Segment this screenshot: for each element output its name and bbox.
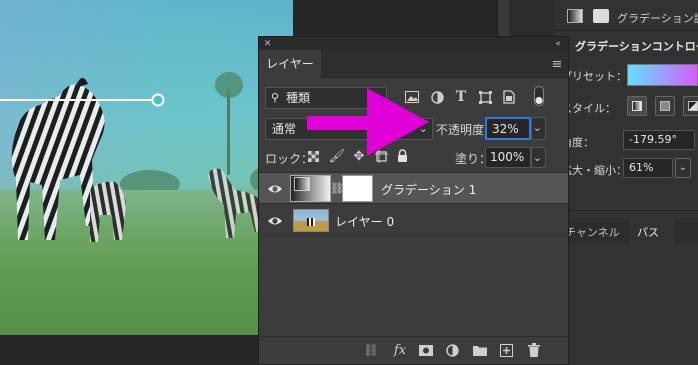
chevron-down-icon[interactable]: ⌄ (675, 158, 691, 178)
channels-paths-tabs: チャンネル パス (555, 218, 698, 244)
filter-toggle-icon[interactable] (533, 85, 545, 107)
canvas-background (0, 335, 293, 365)
style-label: スタイル： (561, 102, 616, 115)
properties-title: グラデーション調 (617, 12, 698, 25)
layer-row-gradient[interactable]: ⛓ グラデーション 1 (259, 173, 568, 204)
chevron-down-icon: ⌄ (532, 121, 542, 134)
collapse-icon[interactable]: « (552, 37, 564, 50)
tab-channels[interactable]: チャンネル (565, 224, 620, 240)
style-linear-button[interactable] (627, 96, 647, 116)
trash-icon[interactable] (527, 342, 541, 358)
properties-panel: グラデーション調 ▾ グラデーションコントロー プリセット： スタイル： 角度：… (555, 0, 698, 365)
layer-row-image[interactable]: レイヤー 0 (259, 205, 568, 236)
angle-input[interactable]: -179.59° (623, 130, 695, 150)
shape-filter-icon[interactable] (478, 90, 492, 104)
angle-row: 角度： -179.59° (555, 130, 698, 152)
fill-dropdown[interactable]: ⌄ (531, 147, 546, 168)
zebra-illustration (0, 77, 262, 242)
fill-input[interactable]: 100% (485, 147, 531, 168)
layer-name[interactable]: レイヤー 0 (335, 213, 394, 230)
app-background (293, 0, 505, 35)
search-icon: ⚲ (271, 91, 280, 104)
panel-tab-bar: レイヤー ≡ (259, 50, 568, 78)
gradient-fill-icon (294, 177, 310, 191)
layer-name[interactable]: グラデーション 1 (381, 181, 476, 198)
smart-object-filter-icon[interactable] (502, 90, 516, 104)
preset-label: プリセット： (561, 70, 627, 83)
gradient-controls-section: ▾ グラデーションコントロー (555, 38, 698, 54)
style-radial-button[interactable] (655, 96, 675, 116)
eye-icon[interactable] (267, 213, 283, 229)
gradient-layer-icon (567, 9, 583, 23)
tab-paths[interactable]: パス (629, 218, 675, 244)
close-icon[interactable]: ✕ (263, 37, 272, 50)
document-canvas[interactable] (0, 0, 293, 335)
layer-mask-thumbnail[interactable] (342, 175, 373, 202)
section-title: グラデーションコントロー (575, 40, 698, 53)
annotation-arrow-icon (307, 88, 429, 156)
chevron-down-icon: ⌄ (532, 151, 542, 164)
scale-label: 拡大・縮小： (561, 164, 627, 177)
gradient-preset-swatch[interactable] (627, 64, 698, 86)
adjustment-icon[interactable] (445, 343, 459, 357)
panel-titlebar[interactable]: ✕ « (259, 37, 568, 50)
opacity-dropdown[interactable]: ⌄ (531, 117, 546, 140)
style-angle-button[interactable] (683, 96, 698, 116)
folder-icon[interactable] (473, 344, 487, 356)
scale-row: 拡大・縮小： 61% ⌄ (555, 158, 698, 180)
opacity-input[interactable]: 32% (485, 117, 531, 140)
new-layer-icon[interactable] (499, 343, 513, 357)
layer-thumbnail[interactable] (293, 209, 329, 232)
divider (555, 30, 698, 31)
eye-icon[interactable] (267, 181, 283, 197)
mask-icon[interactable] (419, 344, 433, 356)
style-row: スタイル： (555, 96, 698, 118)
mask-icon (593, 9, 609, 23)
panel-menu-icon[interactable]: ≡ (551, 57, 563, 72)
properties-header: グラデーション調 (555, 6, 698, 26)
tab-layers[interactable]: レイヤー (259, 50, 321, 78)
link-icon[interactable]: ⛓ (363, 343, 379, 357)
fx-icon[interactable]: fx (391, 341, 409, 359)
preset-row: プリセット： (555, 64, 698, 86)
scale-input[interactable]: 61% (623, 158, 673, 178)
link-icon[interactable]: ⛓ (330, 181, 344, 195)
layers-footer: ⛓ fx (259, 336, 568, 364)
divider (555, 210, 698, 211)
type-filter-icon[interactable]: T (454, 89, 468, 105)
blend-mode-value: 通常 (272, 122, 297, 136)
